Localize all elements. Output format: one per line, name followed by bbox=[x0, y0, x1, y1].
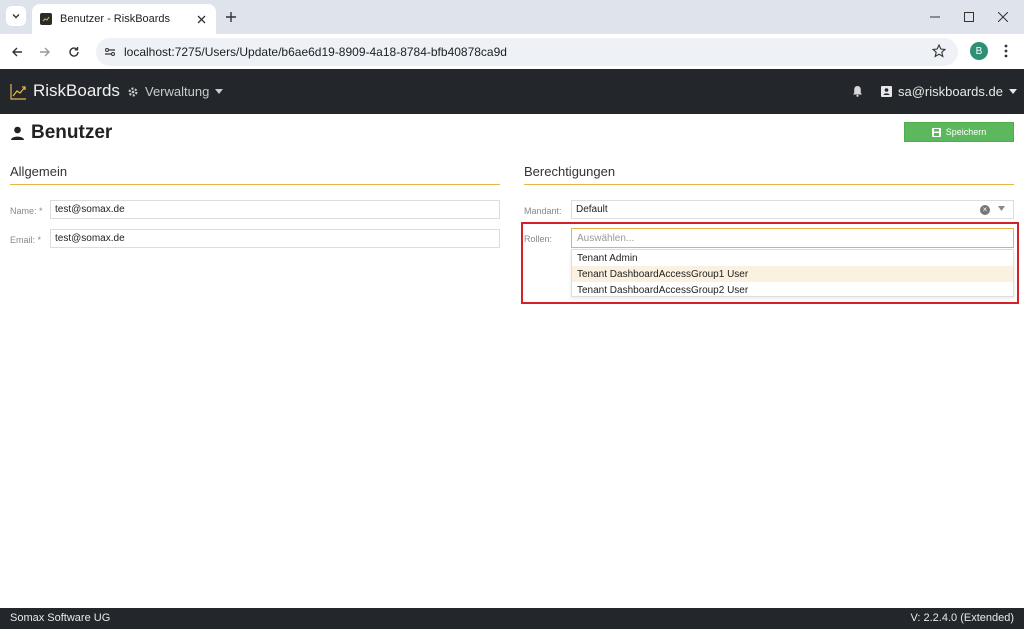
save-button[interactable]: Speichern bbox=[904, 122, 1014, 142]
close-window-button[interactable] bbox=[986, 0, 1020, 34]
tab-title: Benutzer - RiskBoards bbox=[60, 13, 171, 25]
browser-menu-button[interactable] bbox=[999, 42, 1013, 60]
arrow-right-icon bbox=[40, 47, 50, 57]
reload-icon bbox=[69, 47, 79, 57]
site-info-icon[interactable] bbox=[104, 46, 116, 58]
page-title-text: Benutzer bbox=[31, 122, 113, 143]
reload-button[interactable] bbox=[63, 41, 85, 63]
caret-down-icon[interactable] bbox=[998, 206, 1005, 211]
name-field-value: test@somax.de bbox=[55, 204, 125, 215]
mandant-label: Mandant: bbox=[524, 206, 562, 216]
menu-verwaltung[interactable]: Verwaltung bbox=[127, 84, 224, 99]
gear-icon bbox=[128, 86, 138, 97]
user-icon bbox=[11, 126, 24, 140]
user-menu[interactable]: sa@riskboards.de bbox=[881, 84, 1017, 99]
section-divider-allgemein bbox=[10, 184, 500, 185]
app-footer: Somax Software UG V: 2.2.4.0 (Extended) bbox=[0, 608, 1024, 629]
save-icon bbox=[931, 127, 941, 137]
section-divider-berechtigungen bbox=[524, 184, 1014, 185]
back-button[interactable] bbox=[6, 41, 28, 63]
rollen-select-input[interactable]: Auswählen... bbox=[571, 228, 1014, 248]
email-field[interactable]: test@somax.de bbox=[50, 229, 500, 248]
brand-name: RiskBoards bbox=[33, 81, 120, 100]
bell-icon bbox=[853, 86, 862, 97]
footer-version: V: 2.2.4.0 (Extended) bbox=[910, 612, 1014, 624]
maximize-button[interactable] bbox=[952, 0, 986, 34]
brand-link[interactable]: RiskBoards bbox=[10, 81, 120, 101]
dropdown-option-dashboard-group2[interactable]: Tenant DashboardAccessGroup2 User bbox=[572, 282, 1013, 298]
minimize-button[interactable] bbox=[918, 0, 952, 34]
browser-tab-active[interactable]: Benutzer - RiskBoards bbox=[32, 4, 216, 34]
user-email: sa@riskboards.de bbox=[898, 84, 1003, 99]
tab-search-button[interactable] bbox=[6, 6, 26, 26]
name-field[interactable]: test@somax.de bbox=[50, 200, 500, 219]
email-label: Email: * bbox=[10, 235, 42, 245]
profile-avatar[interactable]: B bbox=[970, 42, 988, 60]
section-title-berechtigungen: Berechtigungen bbox=[524, 164, 616, 179]
email-field-value: test@somax.de bbox=[55, 233, 125, 244]
rollen-placeholder: Auswählen... bbox=[577, 232, 635, 244]
mandant-select[interactable]: Default bbox=[571, 200, 1014, 219]
browser-nav-bar: localhost:7275/Users/Update/b6ae6d19-890… bbox=[0, 34, 1024, 69]
more-vert-icon bbox=[1004, 44, 1008, 58]
user-card-icon bbox=[881, 86, 892, 97]
clear-selection-icon[interactable]: × bbox=[980, 205, 990, 215]
save-button-label: Speichern bbox=[945, 127, 987, 137]
trend-chart-icon bbox=[10, 83, 26, 100]
maximize-icon bbox=[964, 12, 974, 22]
menu-verwaltung-label: Verwaltung bbox=[145, 84, 210, 99]
section-title-allgemein: Allgemein bbox=[10, 164, 68, 179]
close-icon bbox=[998, 12, 1008, 22]
caret-down-icon bbox=[1008, 89, 1017, 94]
rollen-dropdown: Tenant Admin Tenant DashboardAccessGroup… bbox=[571, 249, 1014, 297]
dropdown-option-tenant-admin[interactable]: Tenant Admin bbox=[572, 250, 1013, 266]
caret-down-icon bbox=[215, 89, 224, 94]
mandant-select-value: Default bbox=[576, 204, 608, 215]
arrow-left-icon bbox=[12, 47, 22, 57]
address-bar[interactable]: localhost:7275/Users/Update/b6ae6d19-890… bbox=[96, 38, 958, 66]
riskboards-favicon-icon bbox=[40, 13, 52, 25]
dropdown-option-dashboard-group1[interactable]: Tenant DashboardAccessGroup1 User bbox=[572, 266, 1013, 282]
chevron-down-icon bbox=[12, 14, 20, 19]
rollen-label: Rollen: bbox=[524, 234, 553, 244]
bookmark-star-icon[interactable] bbox=[932, 44, 946, 58]
notifications-button[interactable] bbox=[852, 84, 863, 102]
page-title: Benutzer bbox=[10, 122, 112, 144]
tab-close-icon[interactable] bbox=[194, 12, 208, 26]
url-text: localhost:7275/Users/Update/b6ae6d19-890… bbox=[124, 45, 507, 59]
browser-tab-bar: Benutzer - RiskBoards bbox=[0, 0, 1024, 34]
plus-icon bbox=[226, 12, 236, 22]
forward-button[interactable] bbox=[34, 41, 56, 63]
minimize-icon bbox=[930, 16, 940, 18]
new-tab-button[interactable] bbox=[222, 8, 240, 26]
footer-company: Somax Software UG bbox=[10, 612, 111, 624]
app-header: RiskBoards Verwaltung sa@riskboards.de bbox=[0, 69, 1024, 114]
name-label: Name: * bbox=[10, 206, 43, 216]
